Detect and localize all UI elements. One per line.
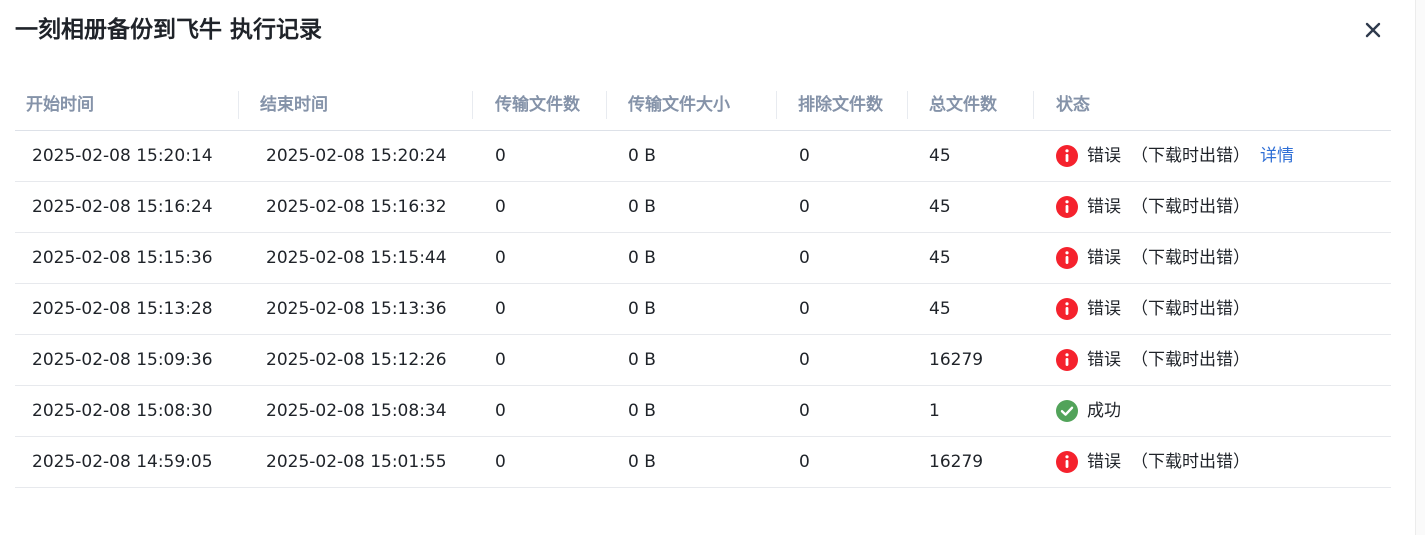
status-cell: 错误 （下载时出错） 详情 [1056,131,1294,181]
execution-log-table: 开始时间 结束时间 传输文件数 传输文件大小 排除文件数 总文件数 状态 202… [15,80,1391,488]
error-alert-icon [1056,247,1078,269]
end-time-cell: 2025-02-08 15:15:44 [266,248,447,268]
column-header-transferred-size[interactable]: 传输文件大小 [628,80,730,130]
error-alert-icon [1056,196,1078,218]
status-cell: 错误 （下载时出错） [1056,182,1250,232]
transferred-files-cell: 0 [495,350,506,370]
start-time-cell: 2025-02-08 15:13:28 [32,299,213,319]
transferred-files-cell: 0 [495,146,506,166]
excluded-files-cell: 0 [799,299,810,319]
status-cell: 错误 （下载时出错） [1056,233,1250,283]
transferred-size-cell: 0 B [628,248,656,268]
transferred-files-cell: 0 [495,248,506,268]
transferred-files-cell: 0 [495,452,506,472]
excluded-files-cell: 0 [799,401,810,421]
table-row: 2025-02-08 15:08:30 2025-02-08 15:08:34 … [15,386,1391,437]
detail-link[interactable]: 详情 [1260,131,1294,181]
end-time-cell: 2025-02-08 15:08:34 [266,401,447,421]
start-time-cell: 2025-02-08 15:09:36 [32,350,213,370]
error-alert-icon [1056,349,1078,371]
status-text: 错误 [1087,350,1121,370]
dialog-title: 一刻相册备份到飞牛 执行记录 [15,17,323,43]
total-files-cell: 1 [929,401,940,421]
column-header-status[interactable]: 状态 [1056,80,1090,130]
status-reason: （下载时出错） [1131,248,1250,268]
status-text: 成功 [1087,401,1121,421]
status-text: 错误 [1087,452,1121,472]
column-divider[interactable] [907,91,908,119]
transferred-files-cell: 0 [495,299,506,319]
table-row: 2025-02-08 15:13:28 2025-02-08 15:13:36 … [15,284,1391,335]
table-row: 2025-02-08 15:16:24 2025-02-08 15:16:32 … [15,182,1391,233]
total-files-cell: 45 [929,146,951,166]
excluded-files-cell: 0 [799,197,810,217]
excluded-files-cell: 0 [799,248,810,268]
status-reason: （下载时出错） [1131,452,1250,472]
column-header-end-time[interactable]: 结束时间 [260,80,328,130]
close-icon[interactable] [1361,18,1385,42]
start-time-cell: 2025-02-08 15:20:14 [32,146,213,166]
status-cell: 成功 [1056,386,1121,436]
end-time-cell: 2025-02-08 15:13:36 [266,299,447,319]
end-time-cell: 2025-02-08 15:12:26 [266,350,447,370]
column-header-total-files[interactable]: 总文件数 [929,80,997,130]
error-alert-icon [1056,451,1078,473]
close-button[interactable] [1361,18,1385,42]
status-text: 错误 [1087,197,1121,217]
total-files-cell: 45 [929,248,951,268]
total-files-cell: 16279 [929,350,984,370]
table-header: 开始时间 结束时间 传输文件数 传输文件大小 排除文件数 总文件数 状态 [15,80,1391,131]
status-text: 错误 [1087,248,1121,268]
status-text: 错误 [1087,299,1121,319]
success-check-icon [1056,400,1078,422]
status-reason: （下载时出错） [1131,299,1250,319]
start-time-cell: 2025-02-08 14:59:05 [32,452,213,472]
total-files-cell: 16279 [929,452,984,472]
transferred-size-cell: 0 B [628,401,656,421]
status-cell: 错误 （下载时出错） [1056,437,1250,487]
status-reason: （下载时出错） [1131,350,1250,370]
column-header-transferred-files[interactable]: 传输文件数 [495,80,580,130]
excluded-files-cell: 0 [799,350,810,370]
column-divider[interactable] [1033,91,1034,119]
table-row: 2025-02-08 15:09:36 2025-02-08 15:12:26 … [15,335,1391,386]
transferred-files-cell: 0 [495,401,506,421]
error-alert-icon [1056,145,1078,167]
table-row: 2025-02-08 15:15:36 2025-02-08 15:15:44 … [15,233,1391,284]
end-time-cell: 2025-02-08 15:01:55 [266,452,447,472]
total-files-cell: 45 [929,197,951,217]
excluded-files-cell: 0 [799,452,810,472]
error-alert-icon [1056,298,1078,320]
scrollbar-track[interactable] [1415,0,1425,535]
status-reason: （下载时出错） [1131,197,1250,217]
column-header-excluded-files[interactable]: 排除文件数 [798,80,883,130]
start-time-cell: 2025-02-08 15:08:30 [32,401,213,421]
transferred-size-cell: 0 B [628,299,656,319]
start-time-cell: 2025-02-08 15:15:36 [32,248,213,268]
status-text: 错误 [1087,146,1121,166]
transferred-files-cell: 0 [495,197,506,217]
column-divider[interactable] [776,91,777,119]
transferred-size-cell: 0 B [628,146,656,166]
column-header-start-time[interactable]: 开始时间 [26,80,94,130]
end-time-cell: 2025-02-08 15:16:32 [266,197,447,217]
transferred-size-cell: 0 B [628,350,656,370]
status-cell: 错误 （下载时出错） [1056,335,1250,385]
column-divider[interactable] [472,91,473,119]
transferred-size-cell: 0 B [628,452,656,472]
start-time-cell: 2025-02-08 15:16:24 [32,197,213,217]
total-files-cell: 45 [929,299,951,319]
table-body: 2025-02-08 15:20:14 2025-02-08 15:20:24 … [15,131,1391,488]
status-cell: 错误 （下载时出错） [1056,284,1250,334]
table-row: 2025-02-08 14:59:05 2025-02-08 15:01:55 … [15,437,1391,488]
column-divider[interactable] [238,91,239,119]
transferred-size-cell: 0 B [628,197,656,217]
end-time-cell: 2025-02-08 15:20:24 [266,146,447,166]
execution-log-dialog: 一刻相册备份到飞牛 执行记录 开始时间 结束时间 传输文件数 传输文件大小 排除… [0,0,1425,535]
table-row: 2025-02-08 15:20:14 2025-02-08 15:20:24 … [15,131,1391,182]
status-reason: （下载时出错） [1131,146,1250,166]
column-divider[interactable] [606,91,607,119]
excluded-files-cell: 0 [799,146,810,166]
